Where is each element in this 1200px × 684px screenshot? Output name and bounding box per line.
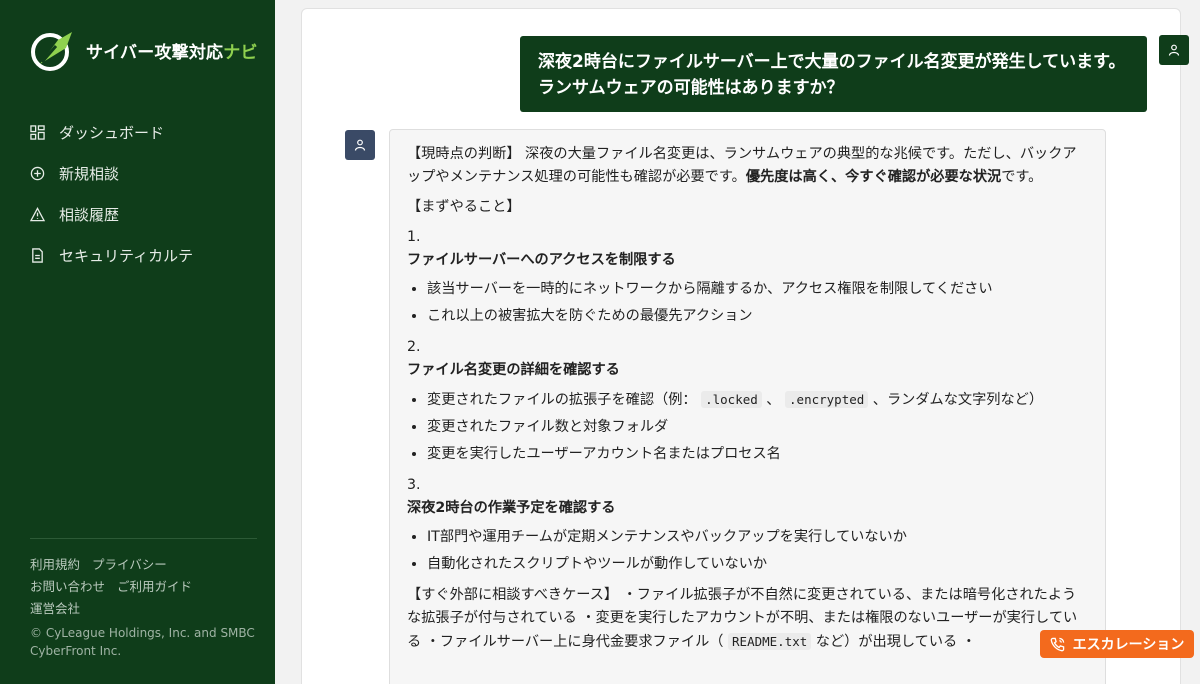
step-number: 3. bbox=[407, 477, 421, 493]
user-message: 深夜2時台にファイルサーバー上で大量のファイル名変更が発生しています。 ランサム… bbox=[520, 36, 1147, 112]
sidebar-nav: ダッシュボード 新規相談 相談履歴 セキュリティカルテ bbox=[30, 112, 193, 276]
step-title: ファイル名変更の詳細を確認する bbox=[407, 362, 620, 378]
sidebar-item-new-consultation[interactable]: 新規相談 bbox=[30, 153, 193, 194]
sidebar-item-label: セキュリティカルテ bbox=[59, 247, 194, 265]
grid-icon bbox=[30, 125, 45, 140]
step-list: 変更されたファイルの拡張子を確認（例： .locked 、 .encrypted… bbox=[427, 388, 1088, 466]
document-icon bbox=[32, 248, 43, 263]
assistant-message: 【現時点の判断】 深夜の大量ファイル名変更は、ランサムウェアの典型的な兆候です。… bbox=[389, 129, 1106, 684]
assistant-avatar bbox=[345, 130, 375, 160]
escalation-label: エスカレーション bbox=[1072, 637, 1185, 653]
privacy-link[interactable]: プライバシー bbox=[92, 557, 167, 572]
sidebar-divider bbox=[30, 538, 257, 539]
judgment-paragraph: 【現時点の判断】 深夜の大量ファイル名変更は、ランサムウェアの典型的な兆候です。… bbox=[407, 146, 1077, 185]
sidebar-item-dashboard[interactable]: ダッシュボード bbox=[30, 112, 193, 153]
list-item: 該当サーバーを一時的にネットワークから隔離するか、アクセス権限を制限してください bbox=[427, 278, 1088, 301]
chat-panel: 深夜2時台にファイルサーバー上で大量のファイル名変更が発生しています。 ランサム… bbox=[301, 8, 1189, 684]
escalation-button[interactable]: エスカレーション bbox=[1040, 630, 1194, 658]
todo-heading: 【まずやること】 bbox=[407, 199, 521, 215]
guide-link[interactable]: ご利用ガイド bbox=[117, 579, 192, 594]
list-item: 変更されたファイルの拡張子を確認（例： .locked 、 .encrypted… bbox=[427, 388, 1088, 412]
company-link[interactable]: 運営会社 bbox=[30, 601, 80, 616]
step-list: 該当サーバーを一時的にネットワークから隔離するか、アクセス権限を制限してください… bbox=[427, 278, 1088, 328]
list-item: 変更を実行したユーザーアカウント名またはプロセス名 bbox=[427, 443, 1088, 466]
list-item: 変更されたファイル数と対象フォルダ bbox=[427, 416, 1088, 439]
warning-icon bbox=[30, 207, 45, 222]
brand-name: サイバー攻撃対応ナビ bbox=[86, 42, 258, 63]
brand-logo[interactable]: サイバー攻撃対応ナビ bbox=[28, 28, 258, 72]
list-item: IT部門や運用チームが定期メンテナンスやバックアップを実行していないか bbox=[427, 526, 1088, 549]
footer-links: 利用規約 プライバシー お問い合わせ ご利用ガイド 運営会社 bbox=[30, 554, 204, 620]
plus-circle-icon bbox=[30, 166, 45, 181]
step-list: IT部門や運用チームが定期メンテナンスやバックアップを実行していないか 自動化さ… bbox=[427, 526, 1088, 576]
terms-link[interactable]: 利用規約 bbox=[30, 557, 80, 572]
user-avatar bbox=[1159, 35, 1189, 65]
chat-area: 深夜2時台にファイルサーバー上で大量のファイル名変更が発生しています。 ランサム… bbox=[275, 0, 1200, 684]
copyright: © CyLeague Holdings, Inc. and SMBC Cyber… bbox=[30, 626, 255, 658]
sidebar-item-label: ダッシュボード bbox=[59, 124, 165, 142]
phone-icon bbox=[1050, 637, 1064, 651]
sidebar: サイバー攻撃対応ナビ ダッシュボード 新規相談 相談履歴 セキュリティカルテ 利… bbox=[0, 0, 275, 684]
sidebar-item-label: 相談履歴 bbox=[59, 206, 120, 224]
sidebar-item-history[interactable]: 相談履歴 bbox=[30, 194, 193, 235]
contact-link[interactable]: お問い合わせ bbox=[30, 579, 105, 594]
list-item: 自動化されたスクリプトやツールが動作していないか bbox=[427, 553, 1088, 576]
list-item: これ以上の被害拡大を防ぐための最優先アクション bbox=[427, 305, 1088, 328]
step-number: 1. bbox=[407, 229, 421, 245]
step-title: 深夜2時台の作業予定を確認する bbox=[407, 500, 616, 516]
step-title: ファイルサーバーへのアクセスを制限する bbox=[407, 252, 676, 268]
escalation-criteria: 【すぐ外部に相談すべきケース】 ・ファイル拡張子が不自然に変更されている、または… bbox=[407, 587, 1078, 650]
rocket-logo-icon bbox=[31, 32, 72, 71]
user-icon bbox=[1168, 44, 1180, 56]
assistant-icon bbox=[354, 139, 366, 151]
sidebar-item-label: 新規相談 bbox=[59, 165, 120, 183]
sidebar-item-security-chart[interactable]: セキュリティカルテ bbox=[30, 235, 193, 276]
step-number: 2. bbox=[407, 339, 421, 355]
